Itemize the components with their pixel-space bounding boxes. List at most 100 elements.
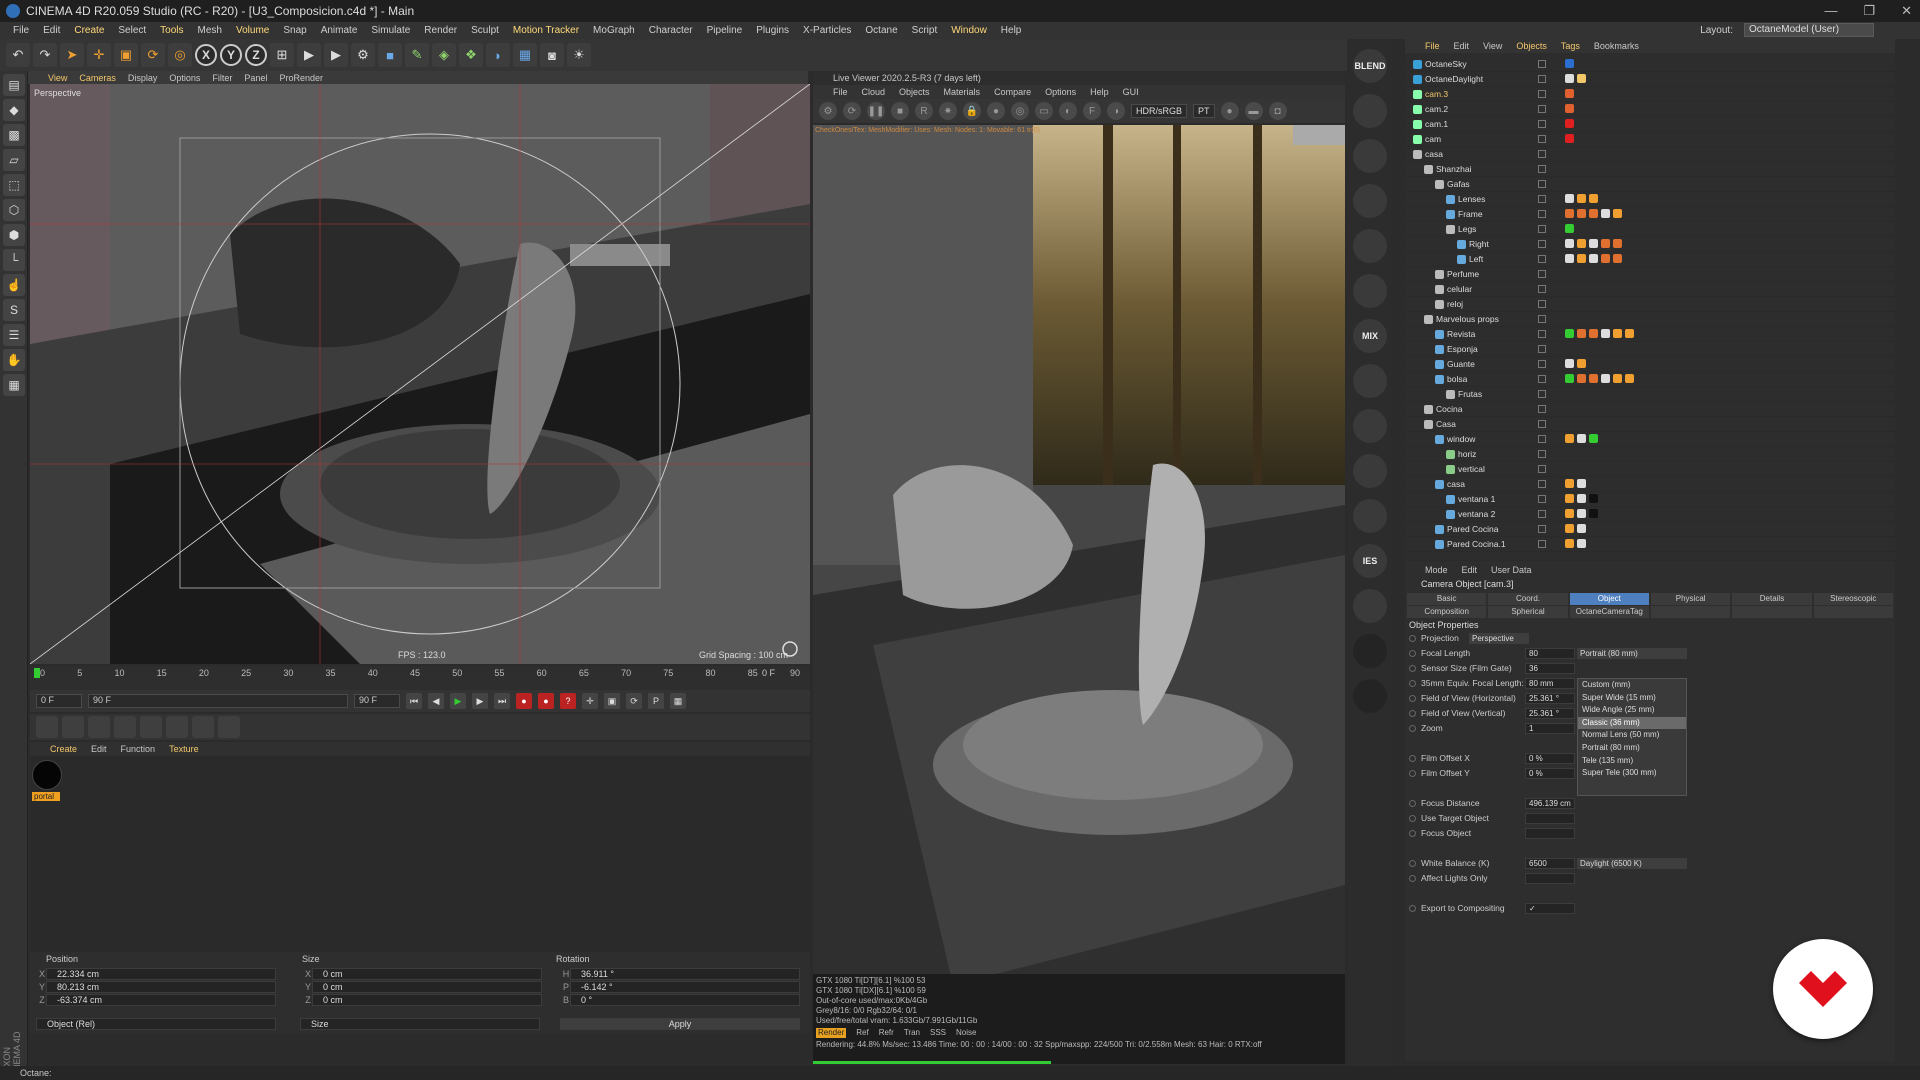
menu-create[interactable]: Create [67,25,111,36]
object-menu-file[interactable]: File [1425,41,1440,51]
live-viewer-menu-materials[interactable]: Materials [944,87,981,97]
move-icon[interactable]: ✛ [87,43,111,67]
model-mode-icon[interactable]: ◆ [3,99,25,121]
environment-icon[interactable] [1353,679,1387,713]
tag-icon[interactable] [1565,524,1574,533]
object-row[interactable]: Guante [1405,357,1895,372]
tag-icon[interactable] [1589,509,1598,518]
denoise-icon[interactable]: ◑ [1107,102,1125,120]
coordinate-mode-select[interactable]: Object (Rel) [36,1018,276,1030]
tag-icon[interactable] [1565,479,1574,488]
object-row[interactable]: Left [1405,252,1895,267]
record-region-icon[interactable]: ● [1220,102,1239,120]
visibility-toggle[interactable] [1538,90,1546,98]
viewport-menu-options[interactable]: Options [169,73,200,83]
subdivision-icon[interactable]: ◈ [432,43,456,67]
axis-mode-icon[interactable]: └ [3,249,25,271]
tag-icon[interactable] [1613,254,1622,263]
rotation-field[interactable]: P -6.142 ° [563,981,800,993]
cloner-icon[interactable]: ❖ [459,43,483,67]
visibility-toggle[interactable] [1538,120,1546,128]
tag-icon[interactable] [1565,224,1574,233]
tag-icon[interactable] [1565,194,1574,203]
end-frame-field[interactable]: 90 F [354,694,400,708]
visibility-toggle[interactable] [1538,210,1546,218]
tag-icon[interactable] [1601,254,1610,263]
menu-mograph[interactable]: MoGraph [586,25,642,36]
visibility-toggle[interactable] [1538,495,1546,503]
menu-motion-tracker[interactable]: Motion Tracker [506,25,586,36]
material-menu-texture[interactable]: Texture [169,744,199,754]
grid-icon[interactable]: ▦ [3,374,25,396]
tag-icon[interactable] [1565,104,1574,113]
tag-icon[interactable] [1601,329,1610,338]
tag-icon[interactable] [1577,239,1586,248]
scale-icon[interactable]: ▣ [114,43,138,67]
visibility-toggle[interactable] [1538,330,1546,338]
sun-material-icon[interactable] [1353,364,1387,398]
settings-icon[interactable]: ✷ [939,102,957,120]
live-viewer-menu-compare[interactable]: Compare [994,87,1031,97]
filter-icon[interactable]: F [1083,102,1101,120]
tag-icon[interactable] [1577,194,1586,203]
tag-icon[interactable] [1577,524,1586,533]
visibility-toggle[interactable] [1538,165,1546,173]
rotate-icon[interactable]: ⟳ [141,43,165,67]
menu-simulate[interactable]: Simulate [364,25,417,36]
menu-animate[interactable]: Animate [314,25,365,36]
tag-icon[interactable] [1625,329,1634,338]
material-swatch[interactable]: portal [32,760,66,806]
maximize-button[interactable]: ❐ [1863,3,1875,19]
visibility-toggle[interactable] [1538,300,1546,308]
coordinate-system-icon[interactable]: ⊞ [270,43,294,67]
live-viewer-menu-file[interactable]: File [833,87,848,97]
points-mode-icon[interactable]: ⬚ [3,174,25,196]
menu-character[interactable]: Character [642,25,700,36]
menu-help[interactable]: Help [994,25,1029,36]
goto-end-icon[interactable]: ⏭ [494,693,510,709]
tag-icon[interactable] [1565,374,1574,383]
tab-object[interactable]: Object [1569,593,1649,605]
object-row[interactable]: reloj [1405,297,1895,312]
visibility-toggle[interactable] [1538,450,1546,458]
attribute-menu-user-data[interactable]: User Data [1491,565,1532,575]
goto-start-icon[interactable]: ⏮ [406,693,422,709]
rotation-field[interactable]: H 36.911 ° [563,968,800,980]
tool-icon-6[interactable] [166,716,188,738]
lens-option[interactable]: Portrait (80 mm) [1578,742,1686,755]
visibility-toggle[interactable] [1538,285,1546,293]
specular-material-icon[interactable] [1353,184,1387,218]
projection-select[interactable]: Perspective [1469,633,1529,644]
visibility-toggle[interactable] [1538,390,1546,398]
render-picture-viewer-icon[interactable]: ▶ [324,43,348,67]
tab-coord[interactable]: Coord. [1488,593,1568,605]
menu-octane[interactable]: Octane [858,25,904,36]
texture-mode-icon[interactable]: ▩ [3,124,25,146]
menu-mesh[interactable]: Mesh [191,25,229,36]
daylight-icon[interactable] [1353,634,1387,668]
tag-icon[interactable] [1577,329,1586,338]
tag-icon[interactable] [1565,434,1574,443]
tag-icon[interactable] [1577,374,1586,383]
tab-octanecameratag[interactable]: OctaneCameraTag [1569,606,1649,618]
property-preset-select[interactable]: Daylight (6500 K) [1577,858,1687,869]
visibility-toggle[interactable] [1538,150,1546,158]
save-image-icon[interactable]: ▭ [1035,102,1053,120]
object-row[interactable]: ventana 2 [1405,507,1895,522]
animate-dot[interactable] [1409,860,1416,867]
perspective-viewport[interactable]: Perspective FPS : 123.0 Grid Spacing : 1… [30,84,810,664]
tag-icon[interactable] [1577,254,1586,263]
layout-select[interactable]: OctaneModel (User) [1744,23,1874,37]
animate-dot[interactable] [1409,650,1416,657]
visibility-toggle[interactable] [1538,480,1546,488]
tool-icon-2[interactable] [62,716,84,738]
visibility-toggle[interactable] [1538,240,1546,248]
tag-icon[interactable] [1565,254,1574,263]
property-value[interactable]: 25.361 ° [1525,693,1575,704]
pause-render-icon[interactable]: ❚❚ [867,102,885,120]
menu-render[interactable]: Render [417,25,464,36]
object-menu-bookmarks[interactable]: Bookmarks [1594,41,1639,51]
position-key-icon[interactable]: ✛ [582,693,598,709]
visibility-toggle[interactable] [1538,510,1546,518]
tweak-icon[interactable]: ☝ [3,274,25,296]
